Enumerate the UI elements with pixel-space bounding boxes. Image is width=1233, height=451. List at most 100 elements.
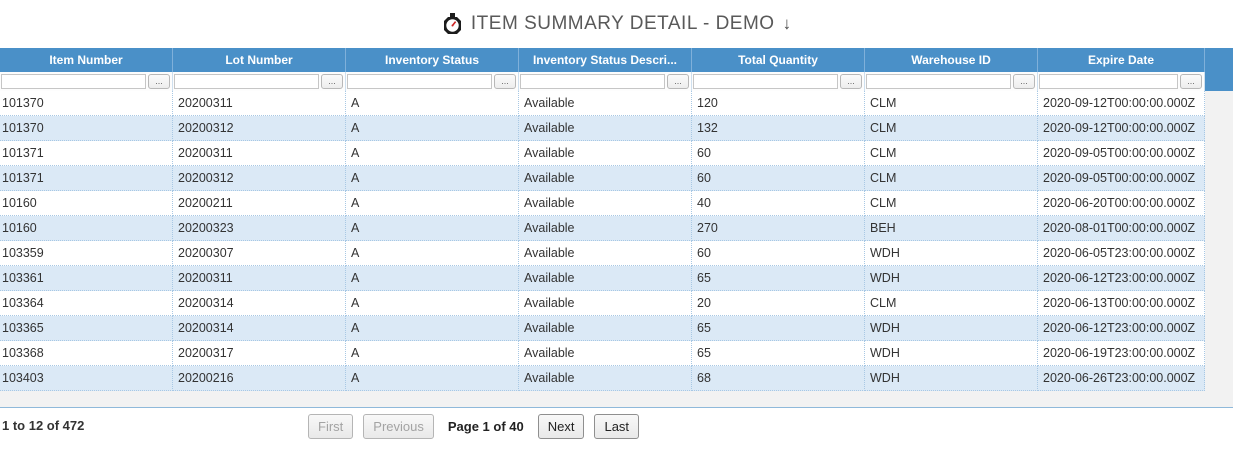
table-cell[interactable]: 20200311: [173, 141, 346, 166]
table-cell[interactable]: 103359: [0, 241, 173, 266]
filter-options-button[interactable]: ...: [840, 74, 862, 89]
filter-input[interactable]: [1039, 74, 1178, 89]
filter-input[interactable]: [866, 74, 1011, 89]
table-cell[interactable]: 101370: [0, 91, 173, 116]
filter-options-button[interactable]: ...: [321, 74, 343, 89]
table-row[interactable]: 10335920200307AAvailable60WDH2020-06-05T…: [0, 241, 1205, 266]
table-cell[interactable]: WDH: [865, 316, 1038, 341]
filter-input[interactable]: [693, 74, 838, 89]
table-cell[interactable]: 20200211: [173, 191, 346, 216]
table-cell[interactable]: 65: [692, 266, 865, 291]
table-cell[interactable]: 132: [692, 116, 865, 141]
table-cell[interactable]: A: [346, 291, 519, 316]
table-cell[interactable]: A: [346, 116, 519, 141]
filter-options-button[interactable]: ...: [1013, 74, 1035, 89]
table-cell[interactable]: 103368: [0, 341, 173, 366]
table-cell[interactable]: 2020-09-05T00:00:00.000Z: [1038, 166, 1205, 191]
table-cell[interactable]: CLM: [865, 166, 1038, 191]
table-row[interactable]: 10336820200317AAvailable65WDH2020-06-19T…: [0, 341, 1205, 366]
table-cell[interactable]: A: [346, 266, 519, 291]
table-row[interactable]: 10336520200314AAvailable65WDH2020-06-12T…: [0, 316, 1205, 341]
table-cell[interactable]: Available: [519, 266, 692, 291]
table-cell[interactable]: 101371: [0, 141, 173, 166]
table-cell[interactable]: Available: [519, 91, 692, 116]
table-cell[interactable]: 2020-06-12T23:00:00.000Z: [1038, 266, 1205, 291]
table-cell[interactable]: 20200312: [173, 116, 346, 141]
table-cell[interactable]: 20200323: [173, 216, 346, 241]
table-cell[interactable]: CLM: [865, 91, 1038, 116]
table-cell[interactable]: 20200311: [173, 91, 346, 116]
table-cell[interactable]: 2020-09-12T00:00:00.000Z: [1038, 91, 1205, 116]
table-cell[interactable]: Available: [519, 366, 692, 391]
table-cell[interactable]: WDH: [865, 341, 1038, 366]
table-cell[interactable]: 20200311: [173, 266, 346, 291]
table-cell[interactable]: 2020-06-20T00:00:00.000Z: [1038, 191, 1205, 216]
table-cell[interactable]: 40: [692, 191, 865, 216]
filter-input[interactable]: [174, 74, 319, 89]
table-row[interactable]: 10137120200311AAvailable60CLM2020-09-05T…: [0, 141, 1205, 166]
filter-options-button[interactable]: ...: [494, 74, 516, 89]
table-cell[interactable]: 103361: [0, 266, 173, 291]
column-header-lot-number[interactable]: Lot Number: [173, 48, 346, 72]
table-cell[interactable]: 20200307: [173, 241, 346, 266]
table-cell[interactable]: 270: [692, 216, 865, 241]
table-cell[interactable]: CLM: [865, 191, 1038, 216]
table-cell[interactable]: 68: [692, 366, 865, 391]
table-row[interactable]: 1016020200211AAvailable40CLM2020-06-20T0…: [0, 191, 1205, 216]
table-cell[interactable]: A: [346, 166, 519, 191]
table-cell[interactable]: WDH: [865, 266, 1038, 291]
table-cell[interactable]: CLM: [865, 291, 1038, 316]
column-header-item-number[interactable]: Item Number: [0, 48, 173, 72]
table-cell[interactable]: A: [346, 366, 519, 391]
table-cell[interactable]: 2020-06-05T23:00:00.000Z: [1038, 241, 1205, 266]
table-cell[interactable]: WDH: [865, 241, 1038, 266]
table-cell[interactable]: CLM: [865, 116, 1038, 141]
filter-input[interactable]: [520, 74, 665, 89]
table-cell[interactable]: WDH: [865, 366, 1038, 391]
table-cell[interactable]: 2020-06-26T23:00:00.000Z: [1038, 366, 1205, 391]
table-cell[interactable]: CLM: [865, 141, 1038, 166]
table-cell[interactable]: A: [346, 341, 519, 366]
table-cell[interactable]: Available: [519, 316, 692, 341]
table-cell[interactable]: Available: [519, 166, 692, 191]
table-row[interactable]: 10137020200312AAvailable132CLM2020-09-12…: [0, 116, 1205, 141]
table-cell[interactable]: 60: [692, 166, 865, 191]
column-header-inventory-status-description[interactable]: Inventory Status Descri...: [519, 48, 692, 72]
filter-options-button[interactable]: ...: [1180, 74, 1202, 89]
column-header-expire-date[interactable]: Expire Date: [1038, 48, 1205, 72]
table-cell[interactable]: 20200216: [173, 366, 346, 391]
previous-page-button[interactable]: Previous: [363, 414, 434, 439]
table-cell[interactable]: 2020-09-12T00:00:00.000Z: [1038, 116, 1205, 141]
table-row[interactable]: 1016020200323AAvailable270BEH2020-08-01T…: [0, 216, 1205, 241]
table-cell[interactable]: 20: [692, 291, 865, 316]
table-cell[interactable]: Available: [519, 191, 692, 216]
table-cell[interactable]: 120: [692, 91, 865, 116]
filter-input[interactable]: [347, 74, 492, 89]
table-cell[interactable]: Available: [519, 341, 692, 366]
table-cell[interactable]: 101370: [0, 116, 173, 141]
table-cell[interactable]: A: [346, 216, 519, 241]
column-header-inventory-status[interactable]: Inventory Status: [346, 48, 519, 72]
table-cell[interactable]: 2020-08-01T00:00:00.000Z: [1038, 216, 1205, 241]
table-cell[interactable]: 10160: [0, 191, 173, 216]
filter-input[interactable]: [1, 74, 146, 89]
table-cell[interactable]: 2020-06-12T23:00:00.000Z: [1038, 316, 1205, 341]
filter-options-button[interactable]: ...: [148, 74, 170, 89]
table-cell[interactable]: A: [346, 141, 519, 166]
column-header-total-quantity[interactable]: Total Quantity: [692, 48, 865, 72]
table-cell[interactable]: 103403: [0, 366, 173, 391]
table-cell[interactable]: A: [346, 91, 519, 116]
filter-options-button[interactable]: ...: [667, 74, 689, 89]
table-cell[interactable]: 20200314: [173, 316, 346, 341]
table-cell[interactable]: 2020-09-05T00:00:00.000Z: [1038, 141, 1205, 166]
table-row[interactable]: 10336120200311AAvailable65WDH2020-06-12T…: [0, 266, 1205, 291]
table-row[interactable]: 10137020200311AAvailable120CLM2020-09-12…: [0, 91, 1205, 116]
table-cell[interactable]: 60: [692, 141, 865, 166]
table-cell[interactable]: 20200314: [173, 291, 346, 316]
table-cell[interactable]: Available: [519, 141, 692, 166]
table-cell[interactable]: 20200312: [173, 166, 346, 191]
table-cell[interactable]: Available: [519, 216, 692, 241]
table-cell[interactable]: 60: [692, 241, 865, 266]
table-row[interactable]: 10336420200314AAvailable20CLM2020-06-13T…: [0, 291, 1205, 316]
table-cell[interactable]: A: [346, 241, 519, 266]
